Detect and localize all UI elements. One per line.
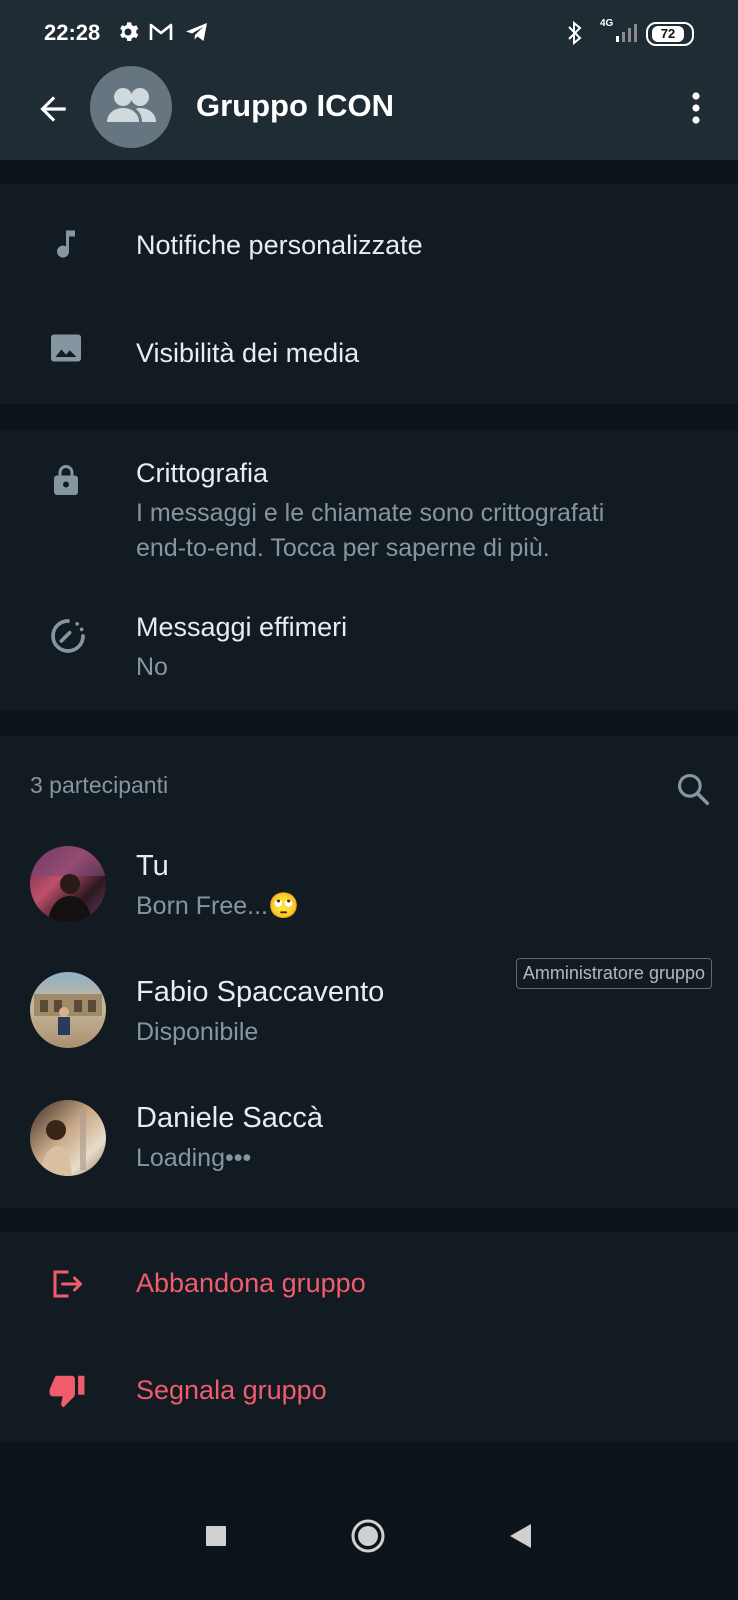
back-triangle-icon[interactable] bbox=[508, 1522, 534, 1550]
participants-section: 3 partecipanti Tu Born Free...🙄 Fabio Sp… bbox=[0, 736, 738, 1208]
media-visibility-label: Visibilità dei media bbox=[136, 338, 360, 368]
encryption-description-line1: I messaggi e le chiamate sono crittograf… bbox=[136, 499, 605, 527]
media-visibility-row[interactable]: Visibilità dei media bbox=[0, 294, 738, 404]
leave-group-label: Abbandona gruppo bbox=[136, 1268, 366, 1298]
avatar bbox=[30, 846, 106, 922]
group-people-icon bbox=[107, 88, 156, 122]
status-bar: 22:28 4G 72 bbox=[0, 0, 738, 66]
notifications-label: Notifiche personalizzate bbox=[136, 230, 423, 260]
participant-name: Tu bbox=[136, 850, 169, 882]
participant-status: Disponibile bbox=[136, 1018, 259, 1046]
participants-count: 3 partecipanti bbox=[30, 772, 169, 798]
participant-name: Daniele Saccà bbox=[136, 1102, 323, 1134]
system-nav-bar bbox=[0, 1490, 738, 1600]
participant-name: Fabio Spaccavento bbox=[136, 976, 385, 1008]
avatar bbox=[30, 1100, 106, 1176]
participant-row[interactable]: Fabio Spaccavento Disponibile Amministra… bbox=[0, 958, 738, 1074]
encryption-description-line2: end-to-end. Tocca per saperne di più. bbox=[136, 534, 550, 562]
group-title[interactable]: Gruppo ICON bbox=[196, 88, 394, 124]
timer-icon bbox=[51, 619, 85, 653]
avatar-photo bbox=[34, 994, 102, 1035]
participant-status: Born Free...🙄 bbox=[136, 892, 300, 920]
lock-icon bbox=[54, 465, 78, 495]
image-icon bbox=[51, 334, 81, 362]
settings-section-privacy: Crittografia I messaggi e le chiamate so… bbox=[0, 430, 738, 710]
music-note-icon bbox=[57, 230, 75, 258]
ephemeral-value: No bbox=[136, 653, 168, 681]
report-group-label: Segnala gruppo bbox=[136, 1375, 327, 1405]
exit-icon bbox=[53, 1270, 82, 1298]
thumbs-down-icon bbox=[49, 1375, 85, 1408]
admin-badge: Amministratore gruppo bbox=[515, 958, 712, 989]
avatar-photo bbox=[40, 1110, 86, 1176]
encryption-title: Crittografia bbox=[136, 458, 269, 488]
battery-icon: 72 bbox=[646, 22, 694, 46]
home-circle-icon[interactable] bbox=[350, 1518, 386, 1554]
participant-row[interactable]: Tu Born Free...🙄 bbox=[0, 832, 738, 948]
leave-group-row[interactable]: Abbandona gruppo bbox=[0, 1232, 738, 1337]
notifications-row[interactable]: Notifiche personalizzate bbox=[0, 184, 738, 294]
signal-icon bbox=[616, 24, 637, 42]
report-group-row[interactable]: Segnala gruppo bbox=[0, 1337, 738, 1442]
avatar bbox=[30, 972, 106, 1048]
group-actions-section: Abbandona gruppo Segnala gruppo bbox=[0, 1232, 738, 1442]
app-bar: Gruppo ICON bbox=[0, 66, 738, 160]
top-bar: 22:28 4G 72 Gruppo ICON bbox=[0, 0, 738, 160]
participant-status: Loading••• bbox=[136, 1144, 252, 1172]
avatar-photo bbox=[30, 846, 106, 922]
group-avatar-icon[interactable] bbox=[90, 66, 172, 148]
participant-row[interactable]: Daniele Saccà Loading••• bbox=[0, 1086, 738, 1202]
bluetooth-icon bbox=[568, 20, 582, 46]
status-time: 22:28 bbox=[44, 20, 101, 45]
ephemeral-title: Messaggi effimeri bbox=[136, 612, 348, 642]
search-icon[interactable] bbox=[674, 770, 712, 808]
back-arrow-icon[interactable] bbox=[34, 90, 72, 128]
gmail-icon bbox=[149, 23, 173, 40]
battery-level: 72 bbox=[652, 26, 684, 42]
encryption-row[interactable]: Crittografia I messaggi e le chiamate so… bbox=[0, 430, 738, 580]
telegram-icon bbox=[186, 23, 207, 41]
settings-section-media: Notifiche personalizzate Visibilità dei … bbox=[0, 184, 738, 404]
ephemeral-messages-row[interactable]: Messaggi effimeri No bbox=[0, 590, 738, 710]
more-vert-icon[interactable] bbox=[688, 90, 704, 126]
recents-square-icon[interactable] bbox=[204, 1524, 228, 1548]
settings-icon bbox=[120, 22, 139, 41]
